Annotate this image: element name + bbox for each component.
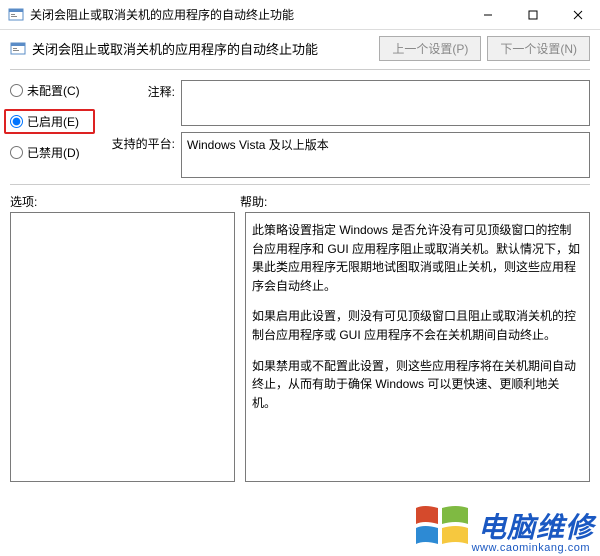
platform-label: 支持的平台: <box>105 132 175 178</box>
radio-disabled[interactable]: 已禁用(D) <box>10 144 95 161</box>
next-setting-button[interactable]: 下一个设置(N) <box>487 36 590 61</box>
maximize-button[interactable] <box>510 0 555 30</box>
sub-header: 关闭会阻止或取消关机的应用程序的自动终止功能 上一个设置(P) 下一个设置(N) <box>0 30 600 67</box>
help-label: 帮助: <box>240 193 590 210</box>
options-label: 选项: <box>10 193 240 210</box>
prev-setting-button[interactable]: 上一个设置(P) <box>379 36 481 61</box>
platform-row: 支持的平台: Windows Vista 及以上版本 <box>105 132 590 178</box>
policy-title: 关闭会阻止或取消关机的应用程序的自动终止功能 <box>32 39 379 58</box>
config-area: 未配置(C) 已启用(E) 已禁用(D) 注释: 支持的平台: Windows … <box>0 72 600 182</box>
help-panel[interactable]: 此策略设置指定 Windows 是否允许没有可见顶级窗口的控制台应用程序和 GU… <box>245 212 590 482</box>
panel-labels: 选项: 帮助: <box>0 187 600 212</box>
comment-textarea[interactable] <box>181 80 590 126</box>
radio-enabled-input[interactable] <box>10 115 23 128</box>
radio-disabled-label: 已禁用(D) <box>27 144 80 161</box>
divider <box>10 69 590 70</box>
fields-column: 注释: 支持的平台: Windows Vista 及以上版本 <box>105 80 590 178</box>
policy-icon <box>10 41 26 57</box>
comment-label: 注释: <box>105 80 175 126</box>
radio-not-configured[interactable]: 未配置(C) <box>10 82 95 99</box>
watermark-text: 电脑维修 <box>478 506 594 546</box>
platform-textarea: Windows Vista 及以上版本 <box>181 132 590 178</box>
close-button[interactable] <box>555 0 600 30</box>
help-paragraph: 如果启用此设置，则没有可见顶级窗口且阻止或取消关机的控制台应用程序或 GUI 应… <box>252 307 583 344</box>
minimize-button[interactable] <box>465 0 510 30</box>
window-title: 关闭会阻止或取消关机的应用程序的自动终止功能 <box>30 6 465 23</box>
watermark-url: www.caominkang.com <box>472 542 590 554</box>
windows-logo-icon <box>412 500 472 552</box>
panels: 此策略设置指定 Windows 是否允许没有可见顶级窗口的控制台应用程序和 GU… <box>0 212 600 492</box>
titlebar: 关闭会阻止或取消关机的应用程序的自动终止功能 <box>0 0 600 30</box>
app-icon <box>8 7 24 23</box>
radio-not-configured-label: 未配置(C) <box>27 82 80 99</box>
radio-disabled-input[interactable] <box>10 146 23 159</box>
radio-enabled[interactable]: 已启用(E) <box>4 109 95 134</box>
window-controls <box>465 0 600 30</box>
options-panel[interactable] <box>10 212 235 482</box>
radio-not-configured-input[interactable] <box>10 84 23 97</box>
radio-enabled-label: 已启用(E) <box>27 113 79 130</box>
help-paragraph: 此策略设置指定 Windows 是否允许没有可见顶级窗口的控制台应用程序和 GU… <box>252 221 583 295</box>
comment-row: 注释: <box>105 80 590 126</box>
help-paragraph: 如果禁用或不配置此设置，则这些应用程序将在关机期间自动终止，从而有助于确保 Wi… <box>252 357 583 413</box>
radio-group: 未配置(C) 已启用(E) 已禁用(D) <box>10 80 95 178</box>
divider-2 <box>10 184 590 185</box>
